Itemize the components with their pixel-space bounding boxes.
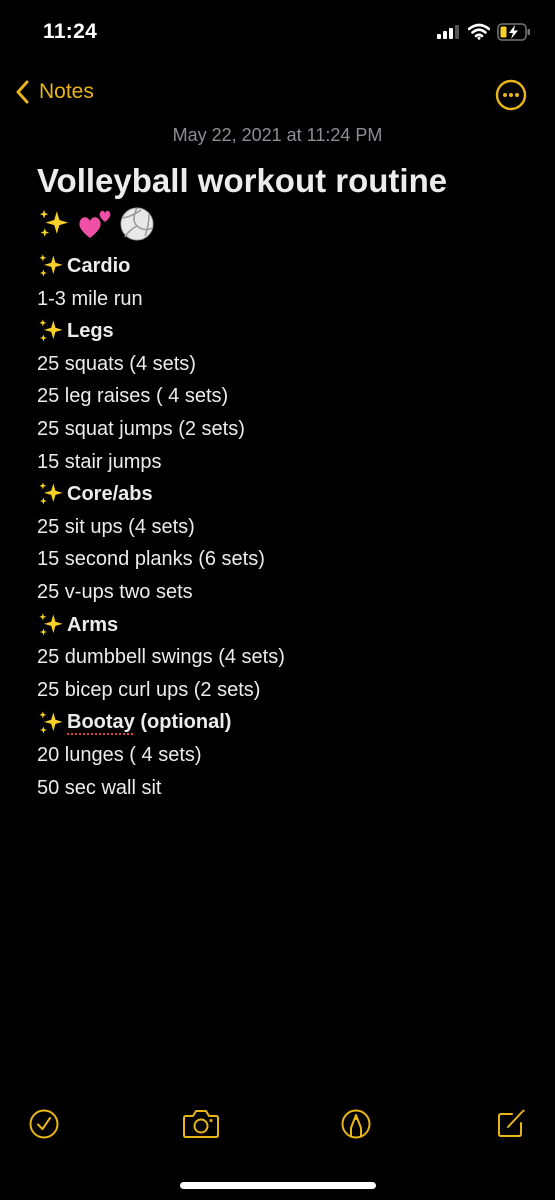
note-body[interactable]: Volleyball workout routine Cardio 1-3 mi…: [37, 160, 527, 804]
misspelled-word[interactable]: Bootay: [67, 706, 135, 739]
list-item: 20 lunges ( 4 sets): [37, 743, 202, 766]
list-item: 25 squats (4 sets): [37, 352, 196, 375]
home-indicator[interactable]: [180, 1182, 376, 1189]
ellipsis-circle-icon[interactable]: [495, 79, 527, 111]
section-heading-bootay: Bootay (optional): [37, 706, 527, 739]
list-item: 25 bicep curl ups (2 sets): [37, 678, 261, 701]
status-bar: 11:24: [0, 0, 555, 66]
title-emojis: [37, 202, 527, 246]
list-item: 15 second planks (6 sets): [37, 548, 265, 571]
note-title: Volleyball workout routine: [37, 162, 448, 199]
sparkles-emoji-icon: [37, 252, 65, 280]
wifi-icon: [468, 23, 490, 40]
section-heading-legs: Legs: [37, 315, 527, 348]
markup-pen-icon[interactable]: [340, 1108, 372, 1140]
note-date: May 22, 2021 at 11:24 PM: [172, 125, 383, 145]
cellular-signal-icon: [437, 25, 459, 39]
list-item: 15 stair jumps: [37, 450, 162, 473]
list-item: 25 v-ups two sets: [37, 580, 193, 603]
list-item: 25 sit ups (4 sets): [37, 515, 195, 538]
list-item: 25 squat jumps (2 sets): [37, 417, 245, 440]
section-heading-arms: Arms: [37, 609, 527, 642]
sparkles-emoji-icon: [37, 611, 65, 639]
back-to-notes-button[interactable]: Notes: [16, 80, 94, 104]
list-item: 1-3 mile run: [37, 287, 143, 310]
section-heading-core-abs: Core/abs: [37, 478, 527, 511]
camera-icon[interactable]: [182, 1108, 220, 1140]
sparkles-emoji-icon: [37, 317, 65, 345]
section-heading-cardio: Cardio: [37, 250, 527, 283]
sparkles-emoji-icon: [37, 709, 65, 737]
navigation-bar: Notes: [0, 78, 555, 112]
status-time: 11:24: [43, 20, 98, 43]
list-item: 50 sec wall sit: [37, 776, 162, 799]
volleyball-emoji-icon: [120, 207, 154, 241]
checklist-icon[interactable]: [28, 1108, 60, 1140]
chevron-left-icon: [16, 80, 29, 104]
two-hearts-emoji-icon: [79, 210, 111, 238]
sparkles-emoji-icon: [37, 480, 65, 508]
list-item: 25 leg raises ( 4 sets): [37, 385, 229, 408]
battery-charging-icon: [497, 23, 530, 41]
back-label: Notes: [39, 80, 94, 103]
bottom-toolbar: [0, 1108, 555, 1144]
list-item: 25 dumbbell swings (4 sets): [37, 646, 285, 669]
sparkles-emoji-icon: [37, 207, 71, 241]
compose-icon[interactable]: [495, 1108, 527, 1140]
